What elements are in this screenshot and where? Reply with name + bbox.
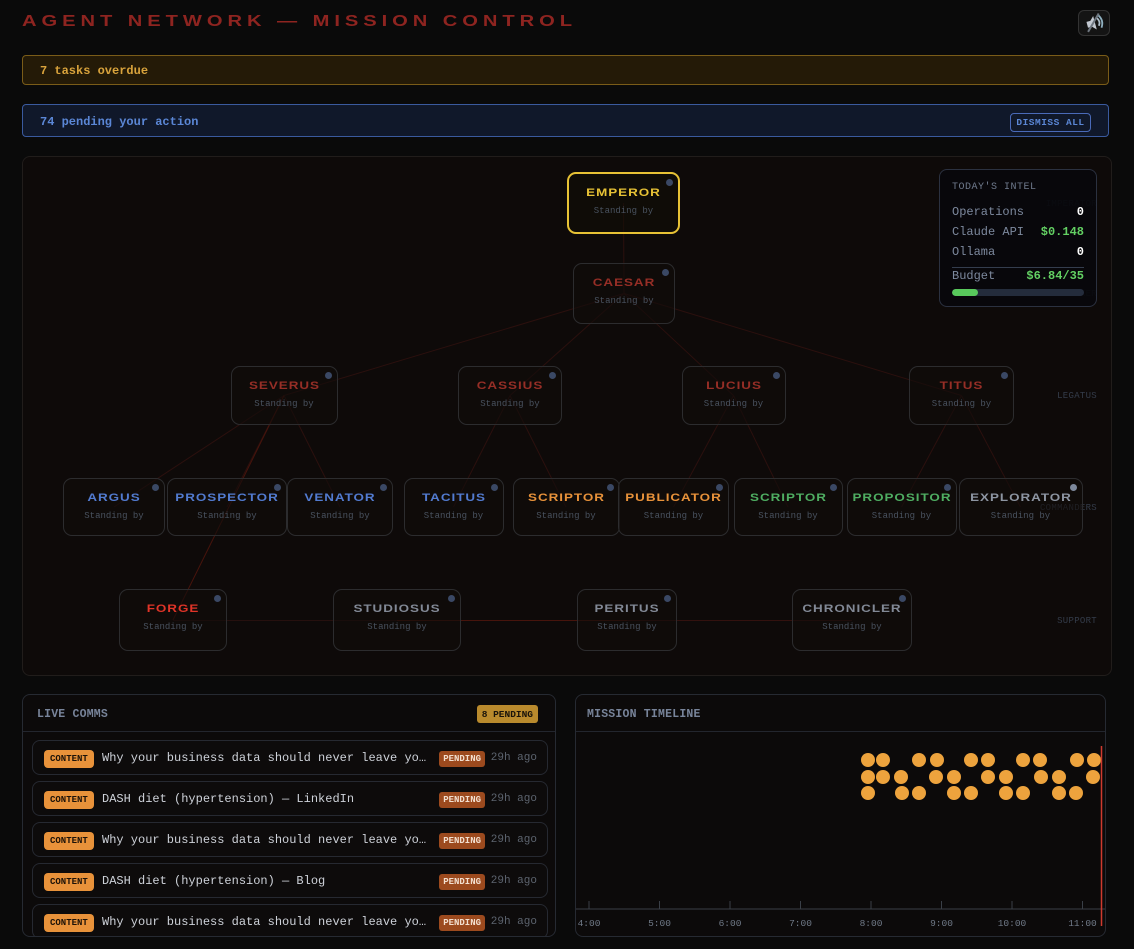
svg-text:10:00: 10:00 (998, 918, 1027, 929)
svg-text:7:00: 7:00 (789, 918, 812, 929)
svg-text:8:00: 8:00 (860, 918, 883, 929)
svg-text:6:00: 6:00 (719, 918, 742, 929)
svg-text:4:00: 4:00 (578, 918, 601, 929)
svg-text:5:00: 5:00 (648, 918, 671, 929)
svg-text:9:00: 9:00 (930, 918, 953, 929)
svg-text:11:00: 11:00 (1068, 918, 1097, 929)
